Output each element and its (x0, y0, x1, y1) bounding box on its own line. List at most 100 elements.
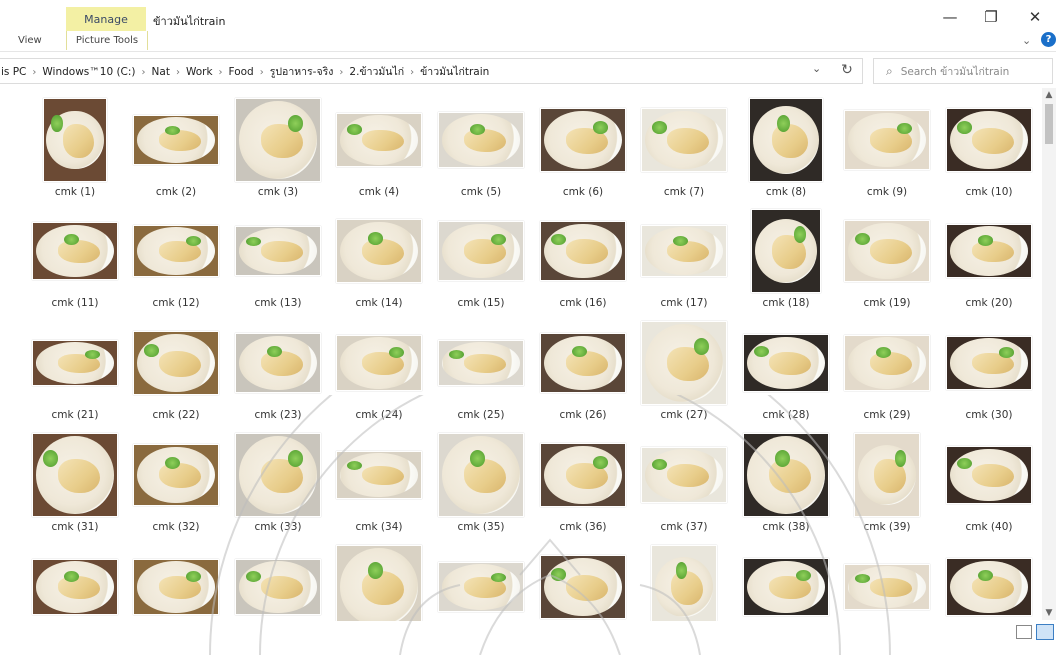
file-item[interactable]: cmk (35) (431, 431, 531, 541)
breadcrumb-separator-icon[interactable]: › (334, 67, 348, 78)
file-item[interactable]: cmk (16) (533, 207, 633, 317)
breadcrumb-item[interactable]: รูปอาหาร-จริง (269, 66, 335, 78)
file-item[interactable]: cmk (18) (736, 207, 836, 317)
file-item[interactable]: cmk (22) (126, 319, 226, 429)
image-thumbnail[interactable] (438, 221, 524, 281)
file-item[interactable]: cmk (23) (228, 319, 328, 429)
file-item[interactable]: cmk (31) (25, 431, 125, 541)
search-input[interactable]: ⌕ Search ข้าวมันไก่train (873, 58, 1053, 84)
image-thumbnail[interactable] (946, 108, 1032, 172)
image-thumbnail[interactable] (235, 559, 321, 615)
image-thumbnail[interactable] (854, 433, 920, 517)
breadcrumb-item[interactable]: Work (185, 66, 214, 78)
image-thumbnail[interactable] (540, 555, 626, 619)
image-thumbnail[interactable] (743, 558, 829, 616)
image-thumbnail[interactable] (540, 333, 626, 393)
file-item[interactable]: cmk (7) (634, 96, 734, 206)
breadcrumb-separator-icon[interactable]: › (255, 67, 269, 78)
image-thumbnail[interactable] (43, 98, 107, 182)
image-thumbnail[interactable] (133, 444, 219, 506)
image-thumbnail[interactable] (844, 220, 930, 282)
image-thumbnail[interactable] (844, 335, 930, 391)
file-item[interactable]: cmk (14) (329, 207, 429, 317)
tab-manage[interactable]: Manage (66, 7, 146, 31)
image-thumbnail[interactable] (946, 224, 1032, 278)
image-thumbnail[interactable] (133, 559, 219, 615)
file-item[interactable]: cmk (9) (837, 96, 937, 206)
file-item[interactable]: cmk (11) (25, 207, 125, 317)
image-thumbnail[interactable] (438, 340, 524, 386)
breadcrumb-item[interactable]: Food (228, 66, 255, 78)
image-thumbnail[interactable] (32, 340, 118, 386)
image-thumbnail[interactable] (235, 433, 321, 517)
file-item[interactable]: cmk (36) (533, 431, 633, 541)
breadcrumb-item[interactable]: Windows™10 (C:) (41, 66, 136, 78)
file-item[interactable]: cmk (24) (329, 319, 429, 429)
image-thumbnail[interactable] (438, 112, 524, 168)
image-thumbnail[interactable] (743, 334, 829, 392)
breadcrumb-separator-icon[interactable]: › (171, 67, 185, 78)
file-item[interactable]: cmk (17) (634, 207, 734, 317)
image-thumbnail[interactable] (133, 331, 219, 395)
image-thumbnail[interactable] (641, 321, 727, 405)
image-thumbnail[interactable] (946, 446, 1032, 504)
image-thumbnail[interactable] (749, 98, 823, 182)
file-item[interactable]: cmk (2) (126, 96, 226, 206)
file-item[interactable]: cmk (8) (736, 96, 836, 206)
image-thumbnail[interactable] (336, 335, 422, 391)
image-thumbnail[interactable] (336, 451, 422, 499)
file-item[interactable]: cmk (4) (329, 96, 429, 206)
file-item[interactable]: cmk (19) (837, 207, 937, 317)
image-thumbnail[interactable] (844, 564, 930, 610)
image-thumbnail[interactable] (133, 225, 219, 277)
image-thumbnail[interactable] (743, 433, 829, 517)
file-item[interactable]: cmk (25) (431, 319, 531, 429)
image-thumbnail[interactable] (235, 226, 321, 276)
image-thumbnail[interactable] (540, 443, 626, 507)
image-thumbnail[interactable] (235, 98, 321, 182)
scroll-down-arrow-icon[interactable]: ▼ (1042, 606, 1056, 620)
breadcrumb-separator-icon[interactable]: › (27, 67, 41, 78)
image-thumbnail[interactable] (641, 225, 727, 277)
large-icons-view-icon[interactable] (1036, 624, 1054, 640)
image-thumbnail[interactable] (641, 108, 727, 172)
image-thumbnail[interactable] (540, 221, 626, 281)
details-view-icon[interactable] (1016, 625, 1032, 639)
restore-button[interactable]: ❐ (971, 4, 1011, 30)
address-dropdown-chevron-icon[interactable]: ⌄ (812, 62, 821, 75)
image-thumbnail[interactable] (32, 433, 118, 517)
file-item[interactable]: cmk (13) (228, 207, 328, 317)
file-item[interactable]: cmk (1) (25, 96, 125, 206)
file-item[interactable]: cmk (34) (329, 431, 429, 541)
file-item[interactable]: cmk (40) (939, 431, 1039, 541)
image-thumbnail[interactable] (336, 545, 422, 629)
image-thumbnail[interactable] (32, 222, 118, 280)
help-icon[interactable]: ? (1041, 32, 1056, 47)
breadcrumb-item[interactable]: Nat (151, 66, 171, 78)
file-item[interactable]: cmk (26) (533, 319, 633, 429)
breadcrumb-item[interactable]: 2.ข้าวมันไก่ (348, 66, 405, 78)
image-thumbnail[interactable] (651, 545, 717, 629)
file-item[interactable]: cmk (30) (939, 319, 1039, 429)
address-bar[interactable]: is PC › Windows™10 (C:) › Nat › Work › Food › รูปอ… (0, 58, 863, 84)
image-thumbnail[interactable] (751, 209, 821, 293)
scroll-up-arrow-icon[interactable]: ▲ (1042, 88, 1056, 102)
scrollbar-thumb[interactable] (1045, 104, 1053, 144)
image-thumbnail[interactable] (438, 433, 524, 517)
expand-ribbon-chevron-icon[interactable]: ⌄ (1022, 34, 1031, 47)
image-thumbnail[interactable] (946, 558, 1032, 616)
tab-view[interactable]: View (18, 35, 42, 46)
breadcrumb-item[interactable]: ข้าวมันไก่train (419, 66, 490, 78)
file-item[interactable]: cmk (5) (431, 96, 531, 206)
image-thumbnail[interactable] (438, 562, 524, 612)
image-thumbnail[interactable] (235, 333, 321, 393)
image-thumbnail[interactable] (540, 108, 626, 172)
breadcrumb-item[interactable]: is PC (0, 66, 27, 78)
image-thumbnail[interactable] (133, 115, 219, 165)
image-thumbnail[interactable] (32, 559, 118, 615)
breadcrumb-separator-icon[interactable]: › (405, 67, 419, 78)
image-thumbnail[interactable] (844, 110, 930, 170)
image-thumbnail[interactable] (641, 447, 727, 503)
vertical-scrollbar[interactable]: ▲ ▼ (1042, 88, 1056, 620)
file-item[interactable]: cmk (27) (634, 319, 734, 429)
